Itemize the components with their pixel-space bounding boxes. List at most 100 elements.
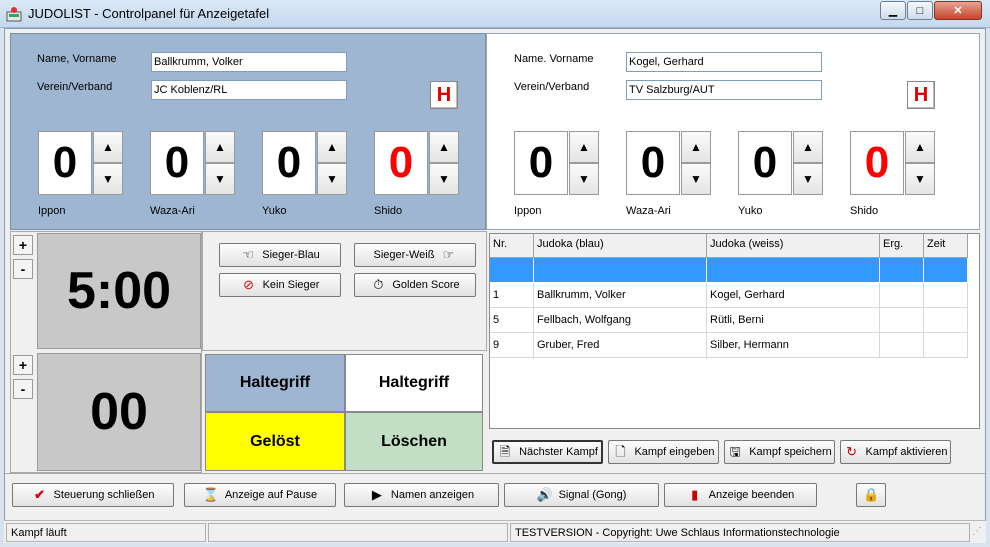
- golden-score-button[interactable]: ⏱ Golden Score: [354, 273, 476, 297]
- close-icon: ✕: [953, 5, 963, 17]
- enter-fight-button[interactable]: 🗋 Kampf eingeben: [608, 440, 719, 464]
- time-plus-button[interactable]: +: [13, 235, 33, 255]
- waza-ari-spinner: ▲ ▼: [205, 131, 235, 195]
- hold-minus-button[interactable]: -: [13, 379, 33, 399]
- no-entry-icon: ⊘: [243, 277, 255, 292]
- hand-pointing-left-icon: ☜: [242, 247, 255, 262]
- hansokumake-button[interactable]: H: [430, 81, 458, 109]
- new-document-icon: 🗋: [615, 444, 626, 459]
- table-row-selected[interactable]: [490, 258, 968, 283]
- winner-white-label: Sieger-Weiß: [373, 249, 435, 261]
- status-right: TESTVERSION - Copyright: Uwe Schlaus Inf…: [510, 523, 970, 542]
- hold-white-button[interactable]: Haltegriff: [345, 354, 483, 412]
- signal-label: Signal (Gong): [558, 489, 627, 501]
- close-control-button[interactable]: ✔ Steuerung schließen: [12, 483, 174, 507]
- save-fight-button[interactable]: 🖫 Kampf speichern: [724, 440, 835, 464]
- minimize-icon: ▁: [888, 5, 898, 17]
- next-fight-button[interactable]: 🗎 Nächster Kampf: [492, 440, 603, 464]
- arrow-up-icon[interactable]: ▲: [569, 131, 599, 163]
- minimize-button[interactable]: ▁: [880, 1, 906, 20]
- column-header-nr[interactable]: Nr.: [490, 234, 534, 258]
- waza-ari-score: 0: [626, 131, 680, 195]
- arrow-down-icon[interactable]: ▼: [317, 163, 347, 195]
- maximize-icon: □: [916, 4, 924, 17]
- resize-grip-icon[interactable]: ⋰: [972, 526, 984, 540]
- clear-button[interactable]: Löschen: [345, 412, 483, 471]
- show-names-button[interactable]: ▶ Namen anzeigen: [344, 483, 499, 507]
- save-icon: 🖫: [729, 444, 741, 459]
- shido-score: 0: [374, 131, 428, 195]
- winner-blue-label: Sieger-Blau: [262, 249, 320, 261]
- activate-fight-button[interactable]: ↻ Kampf aktivieren: [840, 440, 951, 464]
- yuko-spinner: ▲ ▼: [793, 131, 823, 195]
- time-minus-button[interactable]: -: [13, 259, 33, 279]
- arrow-up-icon[interactable]: ▲: [905, 131, 935, 163]
- end-display-button[interactable]: ▮ Anzeige beenden: [664, 483, 817, 507]
- arrow-down-icon[interactable]: ▼: [793, 163, 823, 195]
- next-fight-label: Nächster Kampf: [519, 446, 598, 458]
- arrow-down-icon[interactable]: ▼: [569, 163, 599, 195]
- no-winner-button[interactable]: ⊘ Kein Sieger: [219, 273, 341, 297]
- shido-label: Shido: [850, 205, 879, 217]
- arrow-up-icon[interactable]: ▲: [205, 131, 235, 163]
- cell-white: Rütli, Berni: [707, 308, 880, 333]
- ippon-score: 0: [38, 131, 92, 195]
- column-header-time[interactable]: Zeit: [924, 234, 968, 258]
- hold-blue-button[interactable]: Haltegriff: [205, 354, 345, 412]
- table-row[interactable]: 1 Ballkrumm, Volker Kogel, Gerhard: [490, 283, 968, 308]
- document-icon: 🗎: [499, 444, 511, 459]
- pause-display-button[interactable]: ⌛ Anzeige auf Pause: [184, 483, 336, 507]
- arrow-down-icon[interactable]: ▼: [205, 163, 235, 195]
- cell-nr: 9: [490, 333, 534, 358]
- status-middle: [208, 523, 508, 542]
- cell-result: [880, 308, 924, 333]
- arrow-down-icon[interactable]: ▼: [681, 163, 711, 195]
- activate-fight-label: Kampf aktivieren: [865, 446, 948, 458]
- cell-nr: 1: [490, 283, 534, 308]
- table-row[interactable]: 5 Fellbach, Wolfgang Rütli, Berni: [490, 308, 968, 333]
- club-field[interactable]: JC Koblenz/RL: [151, 80, 347, 100]
- waza-ari-label: Waza-Ari: [626, 205, 671, 217]
- signal-button[interactable]: 🔊 Signal (Gong): [504, 483, 659, 507]
- lock-button[interactable]: 🔒: [856, 483, 886, 507]
- hand-pointing-right-icon: ☞: [442, 247, 455, 262]
- shido-spinner: ▲ ▼: [905, 131, 935, 195]
- lock-icon: 🔒: [863, 487, 880, 502]
- cell-time: [924, 308, 968, 333]
- cell-blue: Ballkrumm, Volker: [534, 283, 707, 308]
- waza-ari-score: 0: [150, 131, 204, 195]
- cell-time: [924, 333, 968, 358]
- arrow-down-icon[interactable]: ▼: [429, 163, 459, 195]
- arrow-down-icon[interactable]: ▼: [905, 163, 935, 195]
- close-button[interactable]: ✕: [934, 1, 982, 20]
- column-header-result[interactable]: Erg.: [880, 234, 924, 258]
- shido-spinner: ▲ ▼: [429, 131, 459, 195]
- yuko-label: Yuko: [262, 205, 287, 217]
- fight-list-table[interactable]: Nr. Judoka (blau) Judoka (weiss) Erg. Ze…: [489, 233, 980, 429]
- arrow-down-icon[interactable]: ▼: [93, 163, 123, 195]
- arrow-up-icon[interactable]: ▲: [681, 131, 711, 163]
- close-control-label: Steuerung schließen: [53, 489, 155, 501]
- column-header-white[interactable]: Judoka (weiss): [707, 234, 880, 258]
- waza-ari-label: Waza-Ari: [150, 205, 195, 217]
- column-header-blue[interactable]: Judoka (blau): [534, 234, 707, 258]
- yuko-spinner: ▲ ▼: [317, 131, 347, 195]
- title-bar[interactable]: JUDOLIST - Controlpanel für Anzeigetafel…: [0, 0, 990, 28]
- hansokumake-button[interactable]: H: [907, 81, 935, 109]
- arrow-up-icon[interactable]: ▲: [793, 131, 823, 163]
- arrow-up-icon[interactable]: ▲: [429, 131, 459, 163]
- show-names-label: Namen anzeigen: [390, 489, 475, 501]
- fight-timer[interactable]: 5:00: [37, 233, 201, 349]
- winner-blue-button[interactable]: ☜ Sieger-Blau: [219, 243, 341, 267]
- name-field[interactable]: Ballkrumm, Volker: [151, 52, 347, 72]
- arrow-up-icon[interactable]: ▲: [93, 131, 123, 163]
- hold-plus-button[interactable]: +: [13, 355, 33, 375]
- hourglass-icon: ⌛: [202, 487, 219, 502]
- club-field[interactable]: TV Salzburg/AUT: [626, 80, 822, 100]
- maximize-button[interactable]: □: [907, 1, 933, 20]
- arrow-up-icon[interactable]: ▲: [317, 131, 347, 163]
- released-button[interactable]: Gelöst: [205, 412, 345, 471]
- table-row[interactable]: 9 Gruber, Fred Silber, Hermann: [490, 333, 968, 358]
- name-field[interactable]: Kogel, Gerhard: [626, 52, 822, 72]
- winner-white-button[interactable]: Sieger-Weiß ☞: [354, 243, 476, 267]
